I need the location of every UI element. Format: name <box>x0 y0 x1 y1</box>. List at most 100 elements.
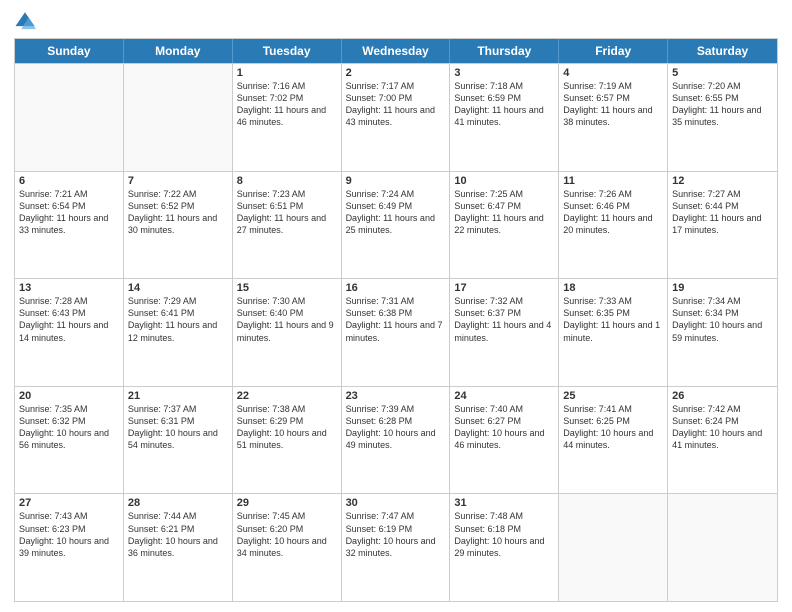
day-info: Sunrise: 7:44 AMSunset: 6:21 PMDaylight:… <box>128 510 228 559</box>
day-number: 19 <box>672 282 773 294</box>
day-info: Sunrise: 7:29 AMSunset: 6:41 PMDaylight:… <box>128 295 228 344</box>
day-info: Sunrise: 7:37 AMSunset: 6:31 PMDaylight:… <box>128 403 228 452</box>
calendar-cell: 11Sunrise: 7:26 AMSunset: 6:46 PMDayligh… <box>559 172 668 279</box>
day-info: Sunrise: 7:27 AMSunset: 6:44 PMDaylight:… <box>672 188 773 237</box>
calendar-cell: 18Sunrise: 7:33 AMSunset: 6:35 PMDayligh… <box>559 279 668 386</box>
calendar-cell: 4Sunrise: 7:19 AMSunset: 6:57 PMDaylight… <box>559 64 668 171</box>
calendar-week-row: 20Sunrise: 7:35 AMSunset: 6:32 PMDayligh… <box>15 386 777 494</box>
day-number: 18 <box>563 282 663 294</box>
calendar-cell <box>668 494 777 601</box>
calendar-cell: 15Sunrise: 7:30 AMSunset: 6:40 PMDayligh… <box>233 279 342 386</box>
calendar-cell: 25Sunrise: 7:41 AMSunset: 6:25 PMDayligh… <box>559 387 668 494</box>
day-info: Sunrise: 7:48 AMSunset: 6:18 PMDaylight:… <box>454 510 554 559</box>
calendar-week-row: 1Sunrise: 7:16 AMSunset: 7:02 PMDaylight… <box>15 63 777 171</box>
day-info: Sunrise: 7:24 AMSunset: 6:49 PMDaylight:… <box>346 188 446 237</box>
day-info: Sunrise: 7:45 AMSunset: 6:20 PMDaylight:… <box>237 510 337 559</box>
day-number: 1 <box>237 67 337 79</box>
calendar-cell: 2Sunrise: 7:17 AMSunset: 7:00 PMDaylight… <box>342 64 451 171</box>
calendar-cell: 26Sunrise: 7:42 AMSunset: 6:24 PMDayligh… <box>668 387 777 494</box>
day-info: Sunrise: 7:41 AMSunset: 6:25 PMDaylight:… <box>563 403 663 452</box>
calendar: SundayMondayTuesdayWednesdayThursdayFrid… <box>14 38 778 602</box>
day-number: 25 <box>563 390 663 402</box>
calendar-cell: 14Sunrise: 7:29 AMSunset: 6:41 PMDayligh… <box>124 279 233 386</box>
day-info: Sunrise: 7:28 AMSunset: 6:43 PMDaylight:… <box>19 295 119 344</box>
day-number: 2 <box>346 67 446 79</box>
calendar-header-cell: Tuesday <box>233 39 342 63</box>
day-info: Sunrise: 7:30 AMSunset: 6:40 PMDaylight:… <box>237 295 337 344</box>
calendar-cell: 19Sunrise: 7:34 AMSunset: 6:34 PMDayligh… <box>668 279 777 386</box>
day-number: 21 <box>128 390 228 402</box>
calendar-header-cell: Friday <box>559 39 668 63</box>
day-info: Sunrise: 7:26 AMSunset: 6:46 PMDaylight:… <box>563 188 663 237</box>
calendar-cell: 23Sunrise: 7:39 AMSunset: 6:28 PMDayligh… <box>342 387 451 494</box>
day-number: 5 <box>672 67 773 79</box>
day-number: 13 <box>19 282 119 294</box>
logo <box>14 10 38 32</box>
day-info: Sunrise: 7:22 AMSunset: 6:52 PMDaylight:… <box>128 188 228 237</box>
calendar-cell: 10Sunrise: 7:25 AMSunset: 6:47 PMDayligh… <box>450 172 559 279</box>
page: SundayMondayTuesdayWednesdayThursdayFrid… <box>0 0 792 612</box>
calendar-header-cell: Saturday <box>668 39 777 63</box>
calendar-cell: 22Sunrise: 7:38 AMSunset: 6:29 PMDayligh… <box>233 387 342 494</box>
calendar-header-cell: Thursday <box>450 39 559 63</box>
calendar-header-row: SundayMondayTuesdayWednesdayThursdayFrid… <box>15 39 777 63</box>
calendar-week-row: 6Sunrise: 7:21 AMSunset: 6:54 PMDaylight… <box>15 171 777 279</box>
calendar-cell: 12Sunrise: 7:27 AMSunset: 6:44 PMDayligh… <box>668 172 777 279</box>
day-info: Sunrise: 7:35 AMSunset: 6:32 PMDaylight:… <box>19 403 119 452</box>
day-number: 27 <box>19 497 119 509</box>
day-info: Sunrise: 7:19 AMSunset: 6:57 PMDaylight:… <box>563 80 663 129</box>
day-number: 30 <box>346 497 446 509</box>
day-number: 14 <box>128 282 228 294</box>
day-info: Sunrise: 7:32 AMSunset: 6:37 PMDaylight:… <box>454 295 554 344</box>
day-info: Sunrise: 7:21 AMSunset: 6:54 PMDaylight:… <box>19 188 119 237</box>
day-number: 31 <box>454 497 554 509</box>
day-number: 29 <box>237 497 337 509</box>
day-number: 24 <box>454 390 554 402</box>
day-number: 12 <box>672 175 773 187</box>
day-info: Sunrise: 7:25 AMSunset: 6:47 PMDaylight:… <box>454 188 554 237</box>
calendar-header-cell: Wednesday <box>342 39 451 63</box>
calendar-week-row: 27Sunrise: 7:43 AMSunset: 6:23 PMDayligh… <box>15 493 777 601</box>
calendar-cell: 6Sunrise: 7:21 AMSunset: 6:54 PMDaylight… <box>15 172 124 279</box>
day-number: 17 <box>454 282 554 294</box>
calendar-cell: 28Sunrise: 7:44 AMSunset: 6:21 PMDayligh… <box>124 494 233 601</box>
day-info: Sunrise: 7:23 AMSunset: 6:51 PMDaylight:… <box>237 188 337 237</box>
calendar-cell: 1Sunrise: 7:16 AMSunset: 7:02 PMDaylight… <box>233 64 342 171</box>
day-number: 22 <box>237 390 337 402</box>
day-number: 10 <box>454 175 554 187</box>
day-number: 15 <box>237 282 337 294</box>
calendar-cell <box>124 64 233 171</box>
day-info: Sunrise: 7:40 AMSunset: 6:27 PMDaylight:… <box>454 403 554 452</box>
day-info: Sunrise: 7:31 AMSunset: 6:38 PMDaylight:… <box>346 295 446 344</box>
calendar-cell: 9Sunrise: 7:24 AMSunset: 6:49 PMDaylight… <box>342 172 451 279</box>
header <box>14 10 778 32</box>
calendar-cell: 29Sunrise: 7:45 AMSunset: 6:20 PMDayligh… <box>233 494 342 601</box>
day-number: 7 <box>128 175 228 187</box>
calendar-cell: 21Sunrise: 7:37 AMSunset: 6:31 PMDayligh… <box>124 387 233 494</box>
day-number: 26 <box>672 390 773 402</box>
logo-icon <box>14 10 36 32</box>
calendar-body: 1Sunrise: 7:16 AMSunset: 7:02 PMDaylight… <box>15 63 777 601</box>
day-info: Sunrise: 7:47 AMSunset: 6:19 PMDaylight:… <box>346 510 446 559</box>
day-info: Sunrise: 7:38 AMSunset: 6:29 PMDaylight:… <box>237 403 337 452</box>
calendar-cell: 8Sunrise: 7:23 AMSunset: 6:51 PMDaylight… <box>233 172 342 279</box>
calendar-cell: 16Sunrise: 7:31 AMSunset: 6:38 PMDayligh… <box>342 279 451 386</box>
day-number: 23 <box>346 390 446 402</box>
calendar-cell <box>559 494 668 601</box>
calendar-header-cell: Monday <box>124 39 233 63</box>
calendar-cell: 13Sunrise: 7:28 AMSunset: 6:43 PMDayligh… <box>15 279 124 386</box>
day-info: Sunrise: 7:18 AMSunset: 6:59 PMDaylight:… <box>454 80 554 129</box>
day-number: 8 <box>237 175 337 187</box>
day-number: 9 <box>346 175 446 187</box>
day-number: 20 <box>19 390 119 402</box>
calendar-cell: 30Sunrise: 7:47 AMSunset: 6:19 PMDayligh… <box>342 494 451 601</box>
calendar-cell: 31Sunrise: 7:48 AMSunset: 6:18 PMDayligh… <box>450 494 559 601</box>
day-number: 28 <box>128 497 228 509</box>
calendar-week-row: 13Sunrise: 7:28 AMSunset: 6:43 PMDayligh… <box>15 278 777 386</box>
calendar-cell: 27Sunrise: 7:43 AMSunset: 6:23 PMDayligh… <box>15 494 124 601</box>
day-number: 16 <box>346 282 446 294</box>
day-info: Sunrise: 7:20 AMSunset: 6:55 PMDaylight:… <box>672 80 773 129</box>
calendar-cell <box>15 64 124 171</box>
day-info: Sunrise: 7:16 AMSunset: 7:02 PMDaylight:… <box>237 80 337 129</box>
calendar-cell: 3Sunrise: 7:18 AMSunset: 6:59 PMDaylight… <box>450 64 559 171</box>
